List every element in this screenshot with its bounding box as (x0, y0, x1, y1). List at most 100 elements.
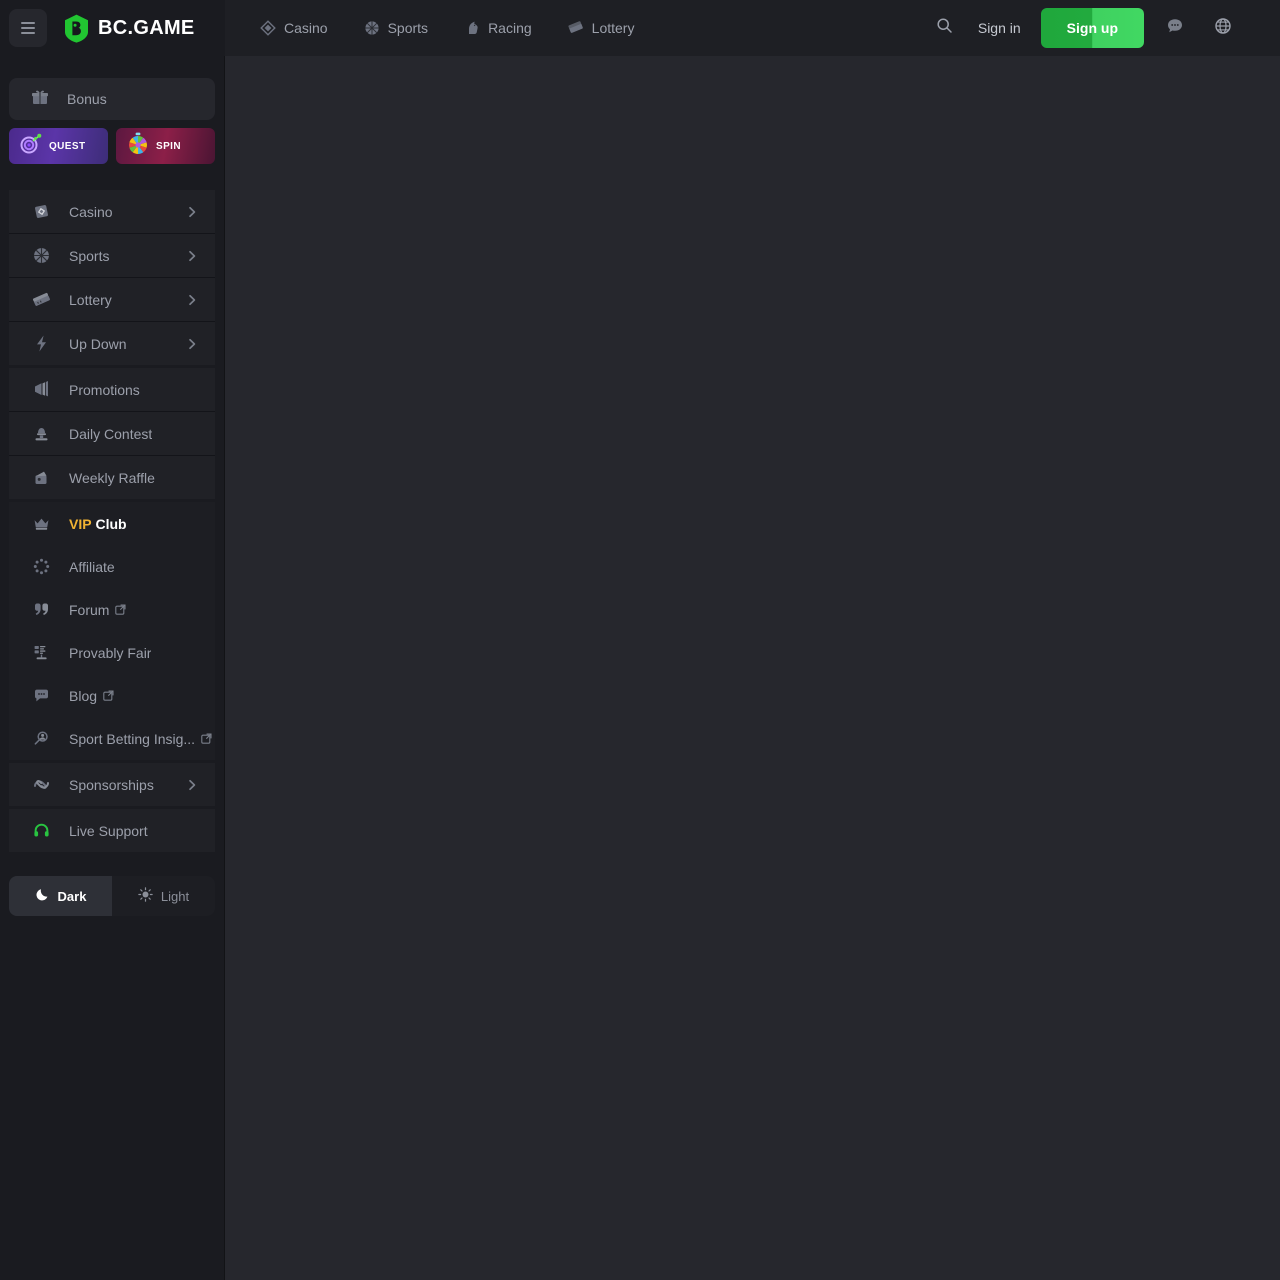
theme-option-dark-label: Dark (57, 888, 87, 904)
header-nav-racing[interactable]: Racing (456, 14, 540, 42)
trophy-stamp-icon (31, 424, 51, 443)
header-nav-sports[interactable]: Sports (356, 14, 436, 42)
chevron-right-icon (185, 337, 199, 351)
basketball-icon (364, 20, 380, 36)
sidebar-item-affiliate[interactable]: Affiliate (9, 545, 215, 588)
sidebar-menu: Casino Sports Lottery Up Down Promotions… (0, 190, 224, 852)
header-nav-label: Lottery (591, 20, 635, 36)
sidebar-item-provably-fair[interactable]: Provably Fair (9, 631, 215, 674)
sidebar-item-weekly-raffle[interactable]: Weekly Raffle (9, 456, 215, 499)
megaphone-icon (31, 380, 51, 399)
chat-button[interactable] (1158, 11, 1192, 45)
basketball-icon (31, 246, 51, 265)
crown-icon (31, 514, 51, 533)
language-button[interactable] (1206, 11, 1240, 45)
logo-text: BC.GAME (98, 16, 195, 39)
sidebar-item-label: Provably Fair (69, 644, 152, 661)
header-nav-lottery[interactable]: Lottery (560, 14, 643, 42)
blog-chat-icon (31, 686, 51, 705)
moon-icon (35, 887, 50, 905)
sidebar-item-daily-contest[interactable]: Daily Contest (9, 412, 215, 455)
logo-link[interactable]: BC.GAME (63, 14, 195, 43)
provably-fair-icon (31, 643, 51, 662)
bcgame-logo-icon (63, 14, 90, 43)
hamburger-bar (21, 32, 35, 34)
hamburger-bar (21, 27, 35, 29)
sidebar-item-label-vip: VIP Club (69, 516, 127, 532)
sidebar-promo-quest-label: QUEST (49, 140, 86, 152)
sidebar-item-label: Casino (69, 203, 113, 220)
header-nav-label: Sports (387, 20, 429, 36)
theme-option-light-label: Light (160, 888, 190, 904)
header-nav-label: Racing (488, 20, 532, 36)
sidebar-item-sport-betting-insights[interactable]: Sport Betting Insig... (9, 717, 215, 760)
chevron-right-icon (185, 778, 199, 792)
search-button[interactable] (928, 11, 962, 45)
sidebar-item-label: Sports (69, 247, 110, 264)
chevron-right-icon (185, 249, 199, 263)
sidebar-item-label: Sport Betting Insig... (69, 730, 196, 747)
casino-diamond-icon (31, 202, 51, 221)
sidebar-item-label: Daily Contest (69, 425, 153, 442)
sidebar-promo-spin[interactable]: SPIN (116, 128, 215, 164)
chat-icon (1165, 16, 1185, 41)
chevron-right-icon (185, 293, 199, 307)
main-content-area (226, 56, 1280, 1280)
sidebar-item-label: Up Down (69, 335, 127, 352)
sidebar-top-section: Bonus QUEST SPIN (0, 78, 224, 164)
search-icon (936, 17, 953, 39)
sign-in-button[interactable]: Sign in (962, 12, 1037, 44)
affiliate-ring-icon (31, 557, 51, 576)
lightning-icon (31, 334, 51, 353)
sidebar-item-label: Blog (69, 687, 98, 704)
sidebar-item-sponsorships[interactable]: Sponsorships (9, 763, 215, 806)
header-nav: Casino Sports Racing Lottery (252, 14, 642, 42)
spin-wheel-icon (126, 132, 150, 161)
ticket-icon (568, 20, 584, 36)
quest-target-icon (19, 133, 43, 160)
sidebar-item-lottery[interactable]: Lottery (9, 278, 215, 321)
raffle-box-icon (31, 468, 51, 487)
sidebar-promo-quest[interactable]: QUEST (9, 128, 108, 164)
sidebar-item-up-down[interactable]: Up Down (9, 322, 215, 365)
globe-icon (1213, 16, 1233, 41)
sun-icon (138, 887, 153, 905)
sidebar-item-bonus[interactable]: Bonus (9, 78, 215, 120)
sidebar-item-casino[interactable]: Casino (9, 190, 215, 233)
sidebar-item-label: Forum (69, 601, 110, 618)
menu-toggle-button[interactable] (9, 9, 47, 47)
vip-prefix: VIP (69, 515, 92, 532)
forum-icon (31, 600, 51, 619)
sidebar-promo-spin-label: SPIN (156, 140, 181, 152)
external-link-icon (115, 604, 127, 615)
vip-suffix: Club (91, 515, 127, 532)
external-link-icon (103, 690, 114, 701)
theme-toggle: Dark Light (9, 876, 215, 916)
sidebar-item-label: Affiliate (69, 558, 115, 575)
casino-diamond-icon (260, 20, 276, 36)
insights-icon (31, 729, 51, 748)
hamburger-bar (21, 22, 35, 24)
horse-icon (464, 20, 480, 36)
sidebar: Bonus QUEST SPIN Casino Sports Lottery U… (0, 56, 225, 1280)
sidebar-item-live-support[interactable]: Live Support (9, 809, 215, 852)
sidebar-bonus-label: Bonus (67, 91, 107, 107)
headset-icon (31, 821, 51, 840)
sidebar-item-sports[interactable]: Sports (9, 234, 215, 277)
chevron-right-icon (185, 205, 199, 219)
sidebar-item-blog[interactable]: Blog (9, 674, 215, 717)
sign-up-button[interactable]: Sign up (1040, 8, 1144, 48)
header-brand-area: BC.GAME (0, 0, 225, 56)
header-nav-label: Casino (284, 20, 328, 36)
sidebar-item-vip-club[interactable]: VIP Club (9, 502, 215, 545)
theme-option-dark[interactable]: Dark (9, 876, 112, 916)
sidebar-item-label: Lottery (69, 291, 112, 308)
theme-option-light[interactable]: Light (112, 876, 215, 916)
header-nav-casino[interactable]: Casino (252, 14, 336, 42)
sidebar-item-label: Promotions (69, 381, 140, 398)
sidebar-item-label: Weekly Raffle (69, 469, 155, 486)
sidebar-item-label: Sponsorships (69, 776, 154, 793)
sidebar-promo-row: QUEST SPIN (9, 128, 215, 164)
sidebar-item-forum[interactable]: Forum (9, 588, 215, 631)
sidebar-item-promotions[interactable]: Promotions (9, 368, 215, 411)
